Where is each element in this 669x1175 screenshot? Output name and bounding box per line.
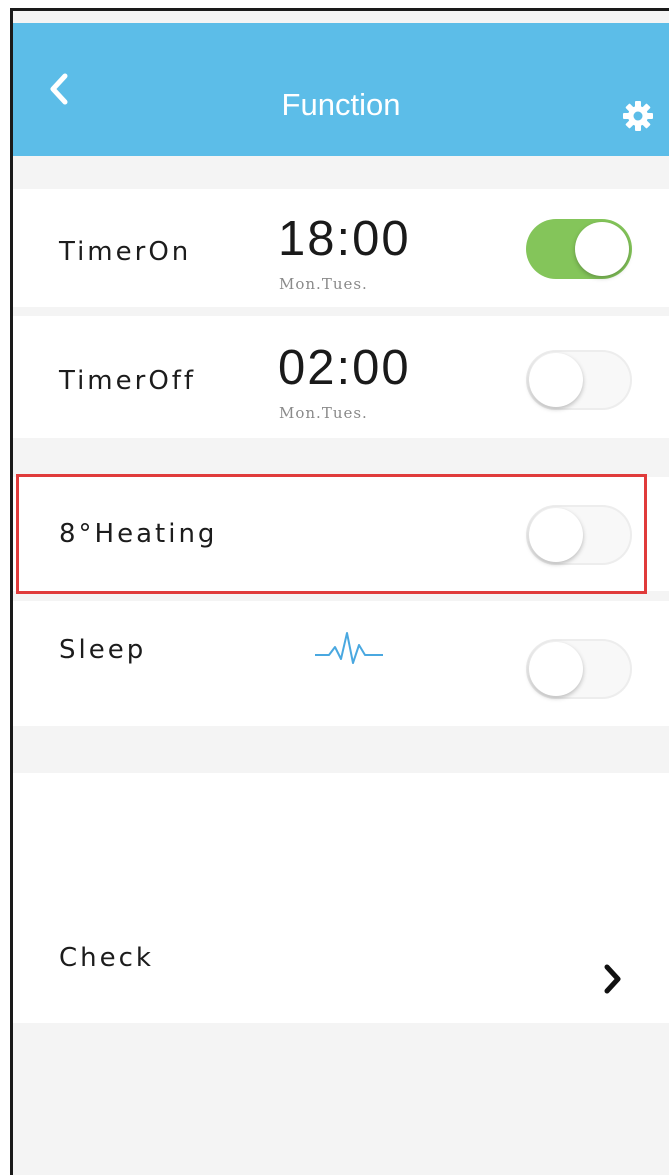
phone-screen: Function TimerOn 18:00 Mon.Tues. TimerOf… [10,8,669,1175]
timer-off-toggle[interactable] [526,350,632,410]
chevron-right-icon [604,964,621,994]
timer-off-time[interactable]: 02:00 [278,342,411,394]
sleep-row: Sleep [13,601,669,726]
page-title: Function [281,87,401,122]
check-label: Check [59,943,154,973]
timer-on-days: Mon.Tues. [279,275,368,293]
check-row[interactable]: Check [13,773,669,1023]
check-chevron[interactable] [593,959,633,999]
sleep-wave-icon[interactable] [311,629,387,669]
timer-on-label: TimerOn [59,237,192,267]
heating-row: 8°Heating [13,477,669,591]
timer-on-toggle[interactable] [526,219,632,279]
toggle-knob [529,508,583,562]
timer-on-row: TimerOn 18:00 Mon.Tues. [13,189,669,307]
toggle-knob [529,642,583,696]
heating-label: 8°Heating [59,519,218,549]
timer-off-days: Mon.Tues. [279,404,368,422]
toggle-knob [529,353,583,407]
sleep-toggle[interactable] [526,639,632,699]
sleep-label: Sleep [59,635,147,665]
toggle-knob [575,222,629,276]
timer-on-time[interactable]: 18:00 [278,213,411,265]
settings-button[interactable] [617,95,659,137]
timer-off-row: TimerOff 02:00 Mon.Tues. [13,316,669,438]
gear-icon [623,101,653,131]
timer-off-label: TimerOff [59,366,197,396]
heating-toggle[interactable] [526,505,632,565]
app-header: Function [13,23,669,156]
